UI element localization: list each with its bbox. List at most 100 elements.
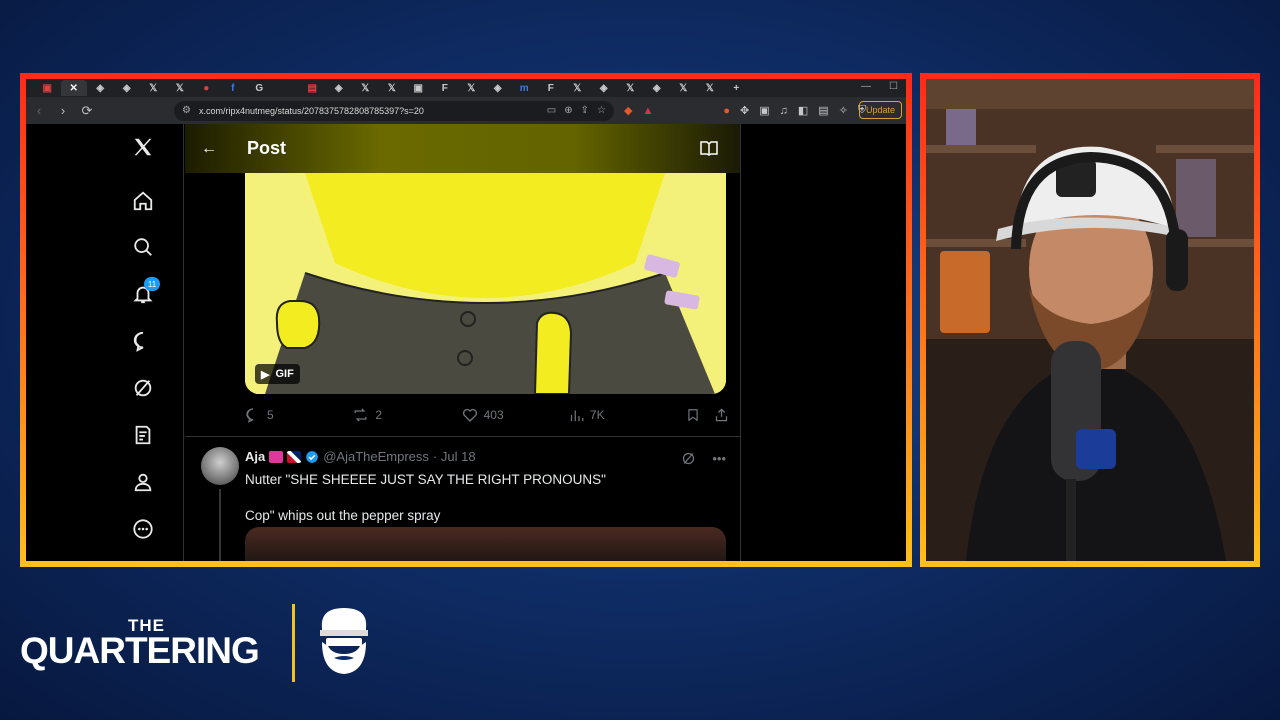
- x-sidebar: 11: [26, 124, 184, 561]
- brave-shield-icon[interactable]: ◆: [624, 104, 632, 117]
- zoom-icon[interactable]: ⊕: [564, 105, 572, 116]
- bookmark-button[interactable]: [686, 407, 714, 423]
- browser-tab[interactable]: G: [246, 80, 273, 96]
- browser-tab[interactable]: ◈: [485, 80, 512, 96]
- screenshot-icon[interactable]: ▣: [759, 104, 769, 117]
- star-icon[interactable]: ☆: [597, 105, 606, 116]
- post-header: ← Post: [185, 124, 740, 173]
- grok-icon[interactable]: [130, 375, 156, 401]
- extension-orange-icon[interactable]: ●: [723, 105, 730, 117]
- maximize-icon[interactable]: ☐: [889, 81, 898, 92]
- lists-icon[interactable]: [130, 422, 156, 448]
- rewards-icon[interactable]: ▲: [642, 105, 653, 117]
- like-count: 403: [483, 408, 504, 422]
- more-options-icon[interactable]: •••: [712, 451, 726, 469]
- x-main-column: ← Post ▶ GIF 5 2 403 7K Aja @AjaTheEmpre…: [185, 124, 741, 561]
- forward-button[interactable]: ›: [56, 103, 70, 118]
- browser-tab[interactable]: 𝕏: [379, 80, 406, 96]
- reload-button[interactable]: ⟳: [80, 103, 94, 119]
- post-actions: 5 2 403 7K: [245, 400, 729, 430]
- url-text[interactable]: x.com/ripx4nutmeg/status/207837578280878…: [199, 106, 539, 116]
- back-arrow-icon[interactable]: ←: [201, 140, 217, 158]
- browser-tab[interactable]: 𝕏: [564, 80, 591, 96]
- browser-tab[interactable]: 𝕏: [140, 80, 167, 96]
- browser-tab[interactable]: +: [723, 80, 750, 96]
- cast-icon[interactable]: ▭: [547, 105, 556, 116]
- browser-tab[interactable]: ▣: [34, 80, 61, 96]
- browser-tab[interactable]: F: [432, 80, 459, 96]
- browser-tab[interactable]: f: [220, 80, 247, 96]
- browser-tab[interactable]: ●: [193, 80, 220, 96]
- browser-tab[interactable]: ▤: [299, 80, 326, 96]
- webcam-frame: [920, 73, 1260, 567]
- address-bar[interactable]: ⚙ x.com/ripx4nutmeg/status/2078375782808…: [174, 100, 614, 121]
- female-sign-icon: [269, 450, 284, 463]
- repost-button[interactable]: 2: [352, 407, 461, 423]
- wallet-icon[interactable]: ▤: [818, 104, 828, 117]
- avatar[interactable]: [201, 447, 239, 485]
- reply-author-handle[interactable]: @AjaTheEmpress: [323, 449, 429, 464]
- music-icon[interactable]: ♫: [780, 105, 788, 117]
- play-icon: ▶: [261, 368, 270, 381]
- reader-mode-icon[interactable]: [700, 140, 718, 161]
- browser-tab[interactable]: ▣: [405, 80, 432, 96]
- more-icon[interactable]: [130, 516, 156, 542]
- browser-tab[interactable]: ◈: [326, 80, 353, 96]
- browser-tab[interactable]: 𝕏: [352, 80, 379, 96]
- sidebar-icon[interactable]: ◧: [798, 104, 808, 117]
- reply-icon: [246, 408, 254, 423]
- reply-header: Aja @AjaTheEmpress · Jul 18: [245, 449, 476, 464]
- browser-tab[interactable]: ◈: [591, 80, 618, 96]
- reply-post[interactable]: Aja @AjaTheEmpress · Jul 18 ••• Nutter "…: [185, 437, 740, 561]
- browser-tab[interactable]: ◈: [644, 80, 671, 96]
- browser-tab[interactable]: ◈: [87, 80, 114, 96]
- browser-tab[interactable]: m: [511, 80, 538, 96]
- like-button[interactable]: 403: [462, 407, 569, 423]
- update-button[interactable]: Update: [858, 101, 902, 119]
- notification-badge: 11: [144, 277, 160, 291]
- reply-text-line: Nutter "SHE SHEEEE JUST SAY THE RIGHT PR…: [245, 472, 606, 487]
- webcam-image: [926, 79, 1254, 561]
- share-icon[interactable]: ⇪: [581, 105, 589, 116]
- browser-tab[interactable]: F: [538, 80, 565, 96]
- notifications-icon[interactable]: 11: [130, 277, 160, 307]
- grok-icon[interactable]: [681, 451, 696, 469]
- views-button[interactable]: 7K: [569, 408, 686, 423]
- gif-frame: [245, 173, 726, 394]
- browser-tab[interactable]: ✕: [60, 80, 87, 96]
- browser-tab[interactable]: 𝕏: [458, 80, 485, 96]
- minimize-icon[interactable]: —: [861, 81, 871, 92]
- repost-icon: [354, 408, 367, 422]
- browser-tab[interactable]: 𝕏: [167, 80, 194, 96]
- leo-icon[interactable]: ✧: [839, 104, 848, 117]
- gif-badge[interactable]: ▶ GIF: [255, 364, 300, 384]
- browser-tab[interactable]: 𝕏: [697, 80, 724, 96]
- share-button[interactable]: [714, 407, 729, 423]
- browser-tab[interactable]: 𝕏: [617, 80, 644, 96]
- search-icon[interactable]: [130, 234, 156, 260]
- extensions-icon[interactable]: ✥: [740, 104, 749, 117]
- browser-window: ▣ ✕ ◈ ◈ 𝕏 𝕏 ● f G ▤ ◈ 𝕏 𝕏 ▣ F 𝕏 ◈ m F 𝕏 ◈ 𝕏 ◈ 𝕏 𝕏 + — ☐ ‹ › ⟳ ⚙ x…: [26, 79, 906, 561]
- uk-flag-icon: [287, 450, 302, 463]
- x-logo-icon[interactable]: [130, 134, 156, 160]
- thread-line: [219, 489, 221, 561]
- profile-icon[interactable]: [130, 469, 156, 495]
- reply-author-name[interactable]: Aja: [245, 449, 265, 464]
- site-settings-icon[interactable]: ⚙: [182, 105, 191, 116]
- home-icon[interactable]: [130, 188, 156, 214]
- brand-separator: [292, 604, 295, 682]
- browser-tab[interactable]: 𝕏: [670, 80, 697, 96]
- reply-button[interactable]: 5: [245, 407, 352, 423]
- page-title: Post: [247, 138, 287, 158]
- browser-tab[interactable]: ◈: [114, 80, 141, 96]
- brand-name: QUARTERING: [20, 630, 260, 671]
- bookmark-icon: [688, 409, 698, 422]
- browser-tab[interactable]: [273, 80, 300, 96]
- bearded-man-logo-icon: [316, 606, 372, 681]
- reply-date[interactable]: · Jul 18: [433, 449, 476, 464]
- back-button[interactable]: ‹: [32, 103, 46, 118]
- reply-media[interactable]: [245, 527, 726, 561]
- browser-frame: ▣ ✕ ◈ ◈ 𝕏 𝕏 ● f G ▤ ◈ 𝕏 𝕏 ▣ F 𝕏 ◈ m F 𝕏 ◈ 𝕏 ◈ 𝕏 𝕏 + — ☐ ‹ › ⟳ ⚙ x…: [20, 73, 912, 567]
- messages-icon[interactable]: [130, 328, 156, 354]
- gif-media[interactable]: ▶ GIF: [245, 173, 726, 394]
